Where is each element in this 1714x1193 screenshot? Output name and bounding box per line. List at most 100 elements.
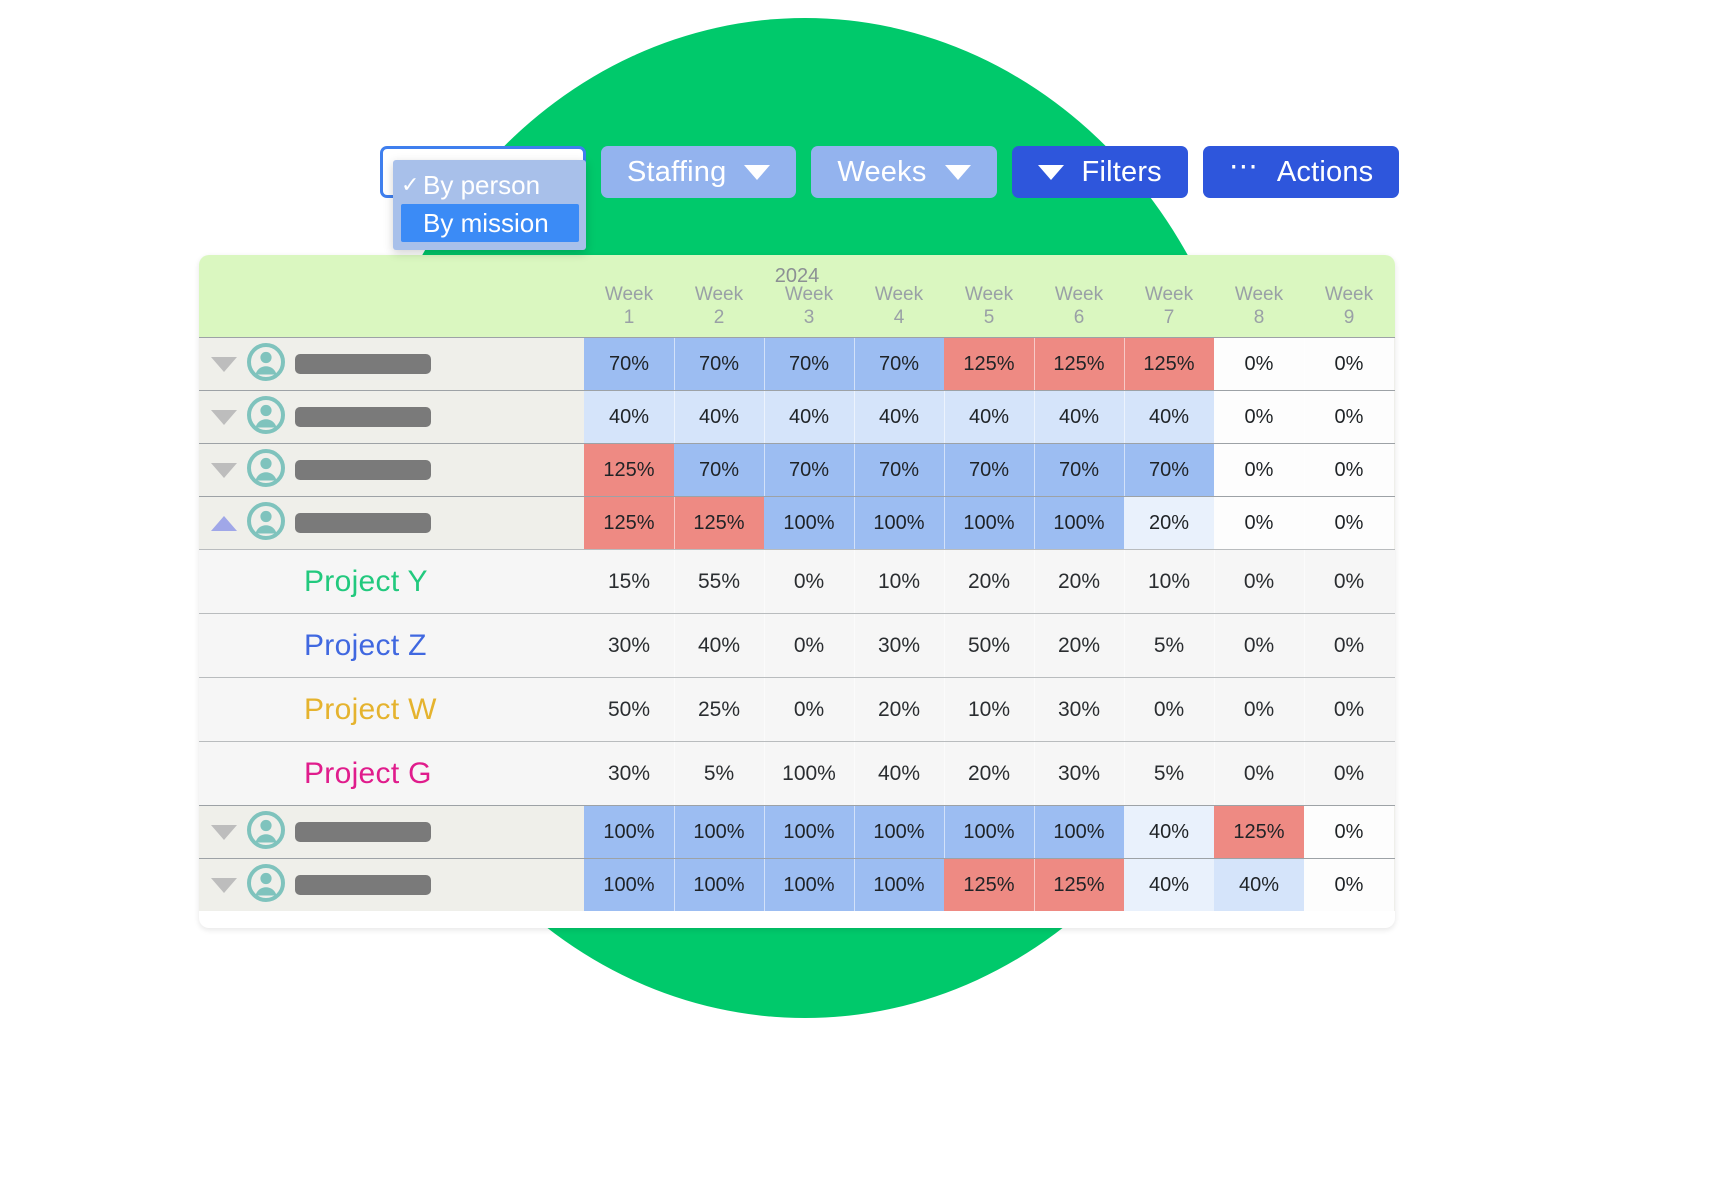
project-name-label[interactable]: Project G [199,742,584,805]
capacity-cell[interactable]: 125% [1214,806,1304,858]
table-row[interactable]: 125% 70% 70% 70% 70% 70% 70% 0% 0% [199,443,1395,496]
actions-button[interactable]: ⋯ Actions [1202,146,1400,198]
capacity-cell[interactable]: 40% [854,742,944,805]
chevron-down-icon[interactable] [211,824,237,840]
capacity-cell[interactable]: 70% [1034,444,1124,496]
capacity-cell[interactable]: 0% [1214,742,1304,805]
capacity-cell[interactable]: 100% [764,742,854,805]
capacity-cell[interactable]: 40% [1214,859,1304,911]
capacity-cell[interactable]: 30% [854,614,944,677]
capacity-cell[interactable]: 40% [854,391,944,443]
capacity-cell[interactable]: 0% [1214,678,1304,741]
table-row[interactable]: 100% 100% 100% 100% 100% 100% 40% 125% 0% [199,805,1395,858]
capacity-cell[interactable]: 25% [674,678,764,741]
capacity-cell[interactable]: 70% [854,444,944,496]
capacity-cell[interactable]: 0% [1304,614,1394,677]
capacity-cell[interactable]: 100% [584,806,674,858]
capacity-cell[interactable]: 100% [584,859,674,911]
capacity-cell[interactable]: 10% [944,678,1034,741]
table-row[interactable]: 125% 125% 100% 100% 100% 100% 20% 0% 0% [199,496,1395,549]
chevron-up-icon[interactable] [211,515,237,531]
capacity-cell[interactable]: 0% [1304,391,1394,443]
capacity-cell[interactable]: 5% [1124,614,1214,677]
capacity-cell[interactable]: 0% [1304,806,1394,858]
capacity-cell[interactable]: 30% [1034,742,1124,805]
capacity-cell[interactable]: 30% [584,614,674,677]
capacity-cell[interactable]: 100% [1034,497,1124,549]
capacity-cell[interactable]: 5% [1124,742,1214,805]
capacity-cell[interactable]: 125% [1034,338,1124,390]
capacity-cell[interactable]: 0% [1214,444,1304,496]
capacity-cell[interactable]: 100% [854,859,944,911]
capacity-cell[interactable]: 0% [1304,497,1394,549]
capacity-cell[interactable]: 100% [1034,806,1124,858]
capacity-cell[interactable]: 70% [674,338,764,390]
menu-item-by-person[interactable]: ✓ By person [393,166,586,204]
capacity-cell[interactable]: 40% [674,614,764,677]
capacity-cell[interactable]: 30% [1034,678,1124,741]
capacity-cell[interactable]: 0% [1304,338,1394,390]
capacity-cell[interactable]: 125% [944,859,1034,911]
table-row[interactable]: 40% 40% 40% 40% 40% 40% 40% 0% 0% [199,390,1395,443]
project-name-label[interactable]: Project Y [199,550,584,613]
capacity-cell[interactable]: 100% [674,859,764,911]
capacity-cell[interactable]: 0% [1304,550,1394,613]
capacity-cell[interactable]: 125% [1034,859,1124,911]
capacity-cell[interactable]: 70% [764,338,854,390]
filters-button[interactable]: Filters [1011,146,1188,198]
capacity-cell[interactable]: 20% [944,550,1034,613]
table-row[interactable]: 70% 70% 70% 70% 125% 125% 125% 0% 0% [199,337,1395,390]
capacity-cell[interactable]: 0% [1304,444,1394,496]
menu-item-by-mission[interactable]: By mission [401,204,579,242]
capacity-cell[interactable]: 40% [944,391,1034,443]
capacity-cell[interactable]: 0% [764,614,854,677]
capacity-cell[interactable]: 100% [764,806,854,858]
capacity-cell[interactable]: 70% [854,338,944,390]
capacity-cell[interactable]: 70% [674,444,764,496]
table-row[interactable]: 100% 100% 100% 100% 125% 125% 40% 40% 0% [199,858,1395,911]
capacity-cell[interactable]: 40% [1034,391,1124,443]
capacity-cell[interactable]: 5% [674,742,764,805]
chevron-down-icon[interactable] [211,462,237,478]
capacity-cell[interactable]: 100% [764,497,854,549]
capacity-cell[interactable]: 100% [944,497,1034,549]
capacity-cell[interactable]: 10% [854,550,944,613]
capacity-cell[interactable]: 55% [674,550,764,613]
table-row[interactable]: Project G 30% 5% 100% 40% 20% 30% 5% 0% 0% [199,741,1395,805]
project-name-label[interactable]: Project W [199,678,584,741]
capacity-cell[interactable]: 20% [1034,614,1124,677]
chevron-down-icon[interactable] [211,356,237,372]
weeks-button[interactable]: Weeks [811,146,997,198]
capacity-cell[interactable]: 0% [764,678,854,741]
capacity-cell[interactable]: 70% [1124,444,1214,496]
capacity-cell[interactable]: 0% [1214,338,1304,390]
capacity-cell[interactable]: 15% [584,550,674,613]
capacity-cell[interactable]: 125% [1124,338,1214,390]
capacity-cell[interactable]: 100% [674,806,764,858]
capacity-cell[interactable]: 125% [674,497,764,549]
capacity-cell[interactable]: 40% [1124,859,1214,911]
capacity-cell[interactable]: 0% [1124,678,1214,741]
capacity-cell[interactable]: 50% [944,614,1034,677]
capacity-cell[interactable]: 20% [854,678,944,741]
capacity-cell[interactable]: 100% [764,859,854,911]
capacity-cell[interactable]: 0% [764,550,854,613]
capacity-cell[interactable]: 70% [764,444,854,496]
capacity-cell[interactable]: 125% [584,444,674,496]
chevron-down-icon[interactable] [211,409,237,425]
capacity-cell[interactable]: 10% [1124,550,1214,613]
capacity-cell[interactable]: 0% [1214,550,1304,613]
capacity-cell[interactable]: 40% [584,391,674,443]
project-name-label[interactable]: Project Z [199,614,584,677]
capacity-cell[interactable]: 0% [1214,497,1304,549]
capacity-cell[interactable]: 20% [944,742,1034,805]
capacity-cell[interactable]: 100% [944,806,1034,858]
capacity-cell[interactable]: 0% [1214,391,1304,443]
capacity-cell[interactable]: 50% [584,678,674,741]
chevron-down-icon[interactable] [211,877,237,893]
capacity-cell[interactable]: 0% [1304,678,1394,741]
capacity-cell[interactable]: 40% [1124,806,1214,858]
table-row[interactable]: Project W 50% 25% 0% 20% 10% 30% 0% 0% 0% [199,677,1395,741]
capacity-cell[interactable]: 30% [584,742,674,805]
capacity-cell[interactable]: 0% [1304,859,1394,911]
